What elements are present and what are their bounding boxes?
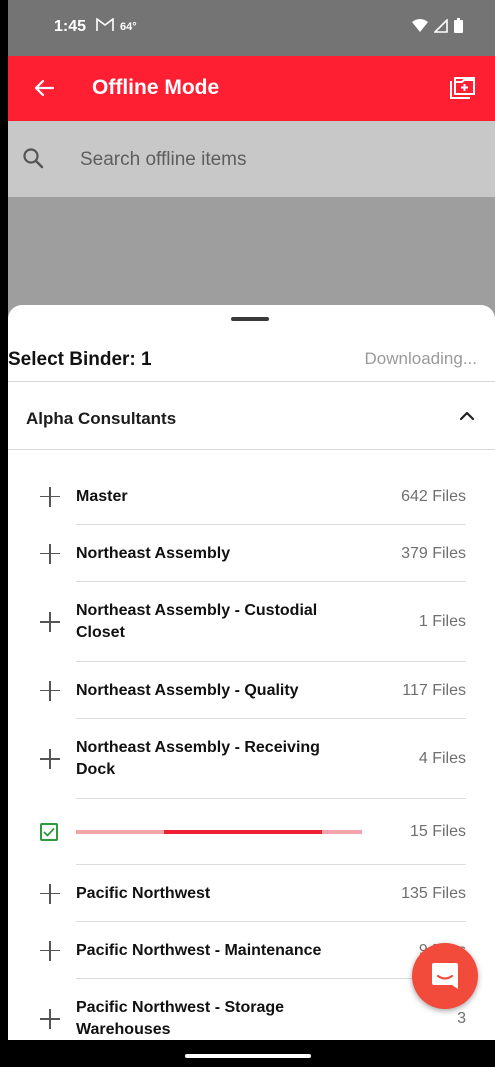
plus-icon[interactable] [40,612,60,632]
gmail-icon [96,17,114,36]
binder-name: Northeast Assembly - Custodial Closet [76,602,318,641]
chat-button[interactable] [412,943,478,1009]
search-input[interactable] [78,143,462,177]
arrow-left-icon [34,79,54,97]
group-name: Alpha Consultants [26,409,177,428]
home-gesture-bar[interactable] [185,1054,311,1058]
list-item[interactable]: Northeast Assembly 379 Files [8,525,495,582]
checkbox[interactable] [40,823,58,841]
plus-icon[interactable] [40,940,60,961]
check-icon [43,827,55,837]
binder-bottom-sheet: Select Binder: 1 Downloading... Alpha Co… [8,305,495,1040]
file-count: 135 Files [401,884,466,902]
status-bar: 1:45 64° [8,0,495,56]
wifi-icon [412,18,428,32]
signal-icon [434,18,448,33]
plus-icon[interactable] [40,1009,60,1029]
file-count: 379 Files [401,544,466,562]
sheet-drag-handle[interactable] [231,317,269,321]
binder-name: Northeast Assembly - Quality [76,681,299,699]
file-count: 1 Files [418,613,466,630]
list-item[interactable]: Northeast Assembly - Quality 117 Files [8,662,495,719]
download-progress-indicator [164,830,322,834]
binder-name: Pacific Northwest - Storage Warehouses [76,999,285,1038]
file-count: 4 Files [418,750,466,767]
battery-icon [454,18,463,33]
status-temperature: 64° [120,21,137,33]
chat-icon [432,963,458,989]
group-header[interactable]: Alpha Consultants [8,382,495,449]
file-count: 117 Files [402,681,466,699]
download-status: Downloading... [364,349,477,368]
binder-name: Pacific Northwest - Maintenance [76,941,322,959]
chevron-up-icon[interactable] [459,408,475,426]
plus-icon[interactable] [40,680,60,701]
file-count: 15 Files [409,823,466,840]
page-title: Offline Mode [92,76,220,99]
binder-name: Northeast Assembly [76,544,231,562]
list-item[interactable]: Northeast Assembly - Receiving Dock 4 Fi… [8,719,495,799]
list-item[interactable]: Northeast Assembly - Custodial Closet 1 … [8,582,495,662]
plus-icon[interactable] [40,883,60,904]
folder-add-icon [450,77,475,99]
file-count: 642 Files [401,487,466,505]
file-count: 3 [457,1010,466,1027]
app-bar: Offline Mode [8,56,495,121]
plus-icon[interactable] [40,543,60,564]
search-bar [8,121,495,197]
sheet-title: Select Binder: 1 [8,349,152,370]
plus-icon[interactable] [40,486,60,507]
app-screen: 1:45 64° Offline Mode Search offline ite… [8,0,495,1040]
plus-icon[interactable] [40,749,60,769]
list-item[interactable]: Pacific Northwest 135 Files [8,865,495,922]
status-time: 1:45 [54,18,87,35]
binder-name: Pacific Northwest [76,884,211,902]
search-icon [22,147,44,174]
list-item-downloading[interactable]: 15 Files [8,799,495,865]
back-button[interactable] [26,70,62,106]
status-icons [412,18,463,33]
binder-name: Master [76,487,128,505]
divider [8,449,495,450]
binder-name: Northeast Assembly - Receiving Dock [76,739,320,778]
list-item[interactable]: Master 642 Files [8,468,495,525]
download-progress-bar [76,830,362,834]
add-folder-button[interactable] [445,70,481,106]
